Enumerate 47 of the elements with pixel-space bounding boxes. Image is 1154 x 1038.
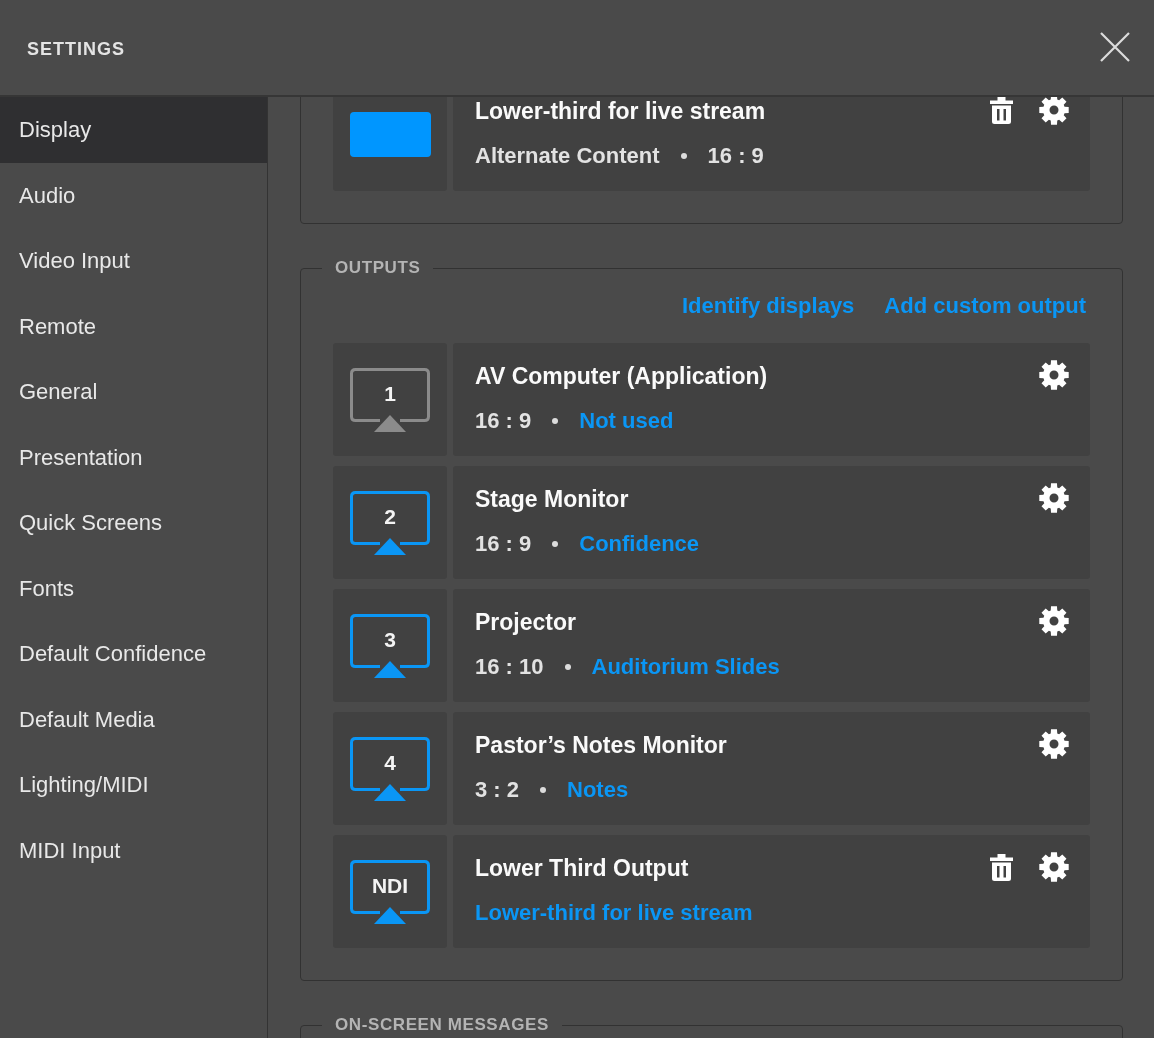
sidebar-item[interactable]: Audio xyxy=(0,162,267,228)
gear-icon[interactable] xyxy=(1039,852,1069,882)
sidebar-item[interactable]: MIDI Input xyxy=(0,817,267,883)
sidebar-item[interactable]: Presentation xyxy=(0,424,267,490)
detail-text: 16 : 10 xyxy=(475,653,544,681)
separator-dot-icon xyxy=(552,418,559,424)
display-number: 2 xyxy=(383,503,397,530)
sidebar-item[interactable]: Default Confidence xyxy=(0,621,267,687)
item-title: Lower Third Output xyxy=(475,854,690,883)
display-number: 4 xyxy=(383,749,397,776)
item-title: Projector xyxy=(475,608,577,637)
sidebar-item[interactable]: Video Input xyxy=(0,228,267,294)
gear-icon[interactable] xyxy=(1039,97,1069,125)
display-number: NDI xyxy=(370,872,410,899)
item-title: Stage Monitor xyxy=(475,485,630,514)
sidebar-item[interactable]: Quick Screens xyxy=(0,490,267,556)
gear-icon[interactable] xyxy=(1039,483,1069,513)
item-title: Pastor’s Notes Monitor xyxy=(475,731,728,760)
detail-text: 16 : 9 xyxy=(707,142,764,170)
sidebar-item[interactable]: Default Media xyxy=(0,686,267,752)
sidebar-item[interactable]: Remote xyxy=(0,293,267,359)
display-number: 1 xyxy=(383,380,397,407)
delete-icon[interactable] xyxy=(990,854,1013,881)
detail-text: 16 : 9 xyxy=(475,407,532,435)
detail-text: 3 : 2 xyxy=(475,776,520,804)
settings-title: SETTINGS xyxy=(27,38,125,60)
sidebar-item[interactable]: Display xyxy=(0,97,267,163)
item-title: Lower-third for live stream xyxy=(475,97,767,126)
detail-text: 16 : 9 xyxy=(475,530,532,558)
section-legend: ON-SCREEN MESSAGES xyxy=(322,1015,562,1035)
display-number: 3 xyxy=(383,626,397,653)
separator-dot-icon xyxy=(540,787,547,793)
gear-icon[interactable] xyxy=(1039,606,1069,636)
sidebar-item[interactable]: General xyxy=(0,359,267,425)
section-legend: OUTPUTS xyxy=(322,258,434,278)
separator-dot-icon xyxy=(680,153,687,159)
sidebar-item[interactable]: Fonts xyxy=(0,555,267,621)
close-button[interactable] xyxy=(1100,32,1130,62)
separator-dot-icon xyxy=(564,664,571,670)
detail-text: Alternate Content xyxy=(475,142,660,170)
sidebar-item[interactable]: Lighting/MIDI xyxy=(0,752,267,818)
separator-dot-icon xyxy=(552,541,559,547)
gear-icon[interactable] xyxy=(1039,729,1069,759)
close-icon xyxy=(1100,32,1130,62)
delete-icon[interactable] xyxy=(990,97,1013,124)
gear-icon[interactable] xyxy=(1039,360,1069,390)
item-title: AV Computer (Application) xyxy=(475,362,769,391)
